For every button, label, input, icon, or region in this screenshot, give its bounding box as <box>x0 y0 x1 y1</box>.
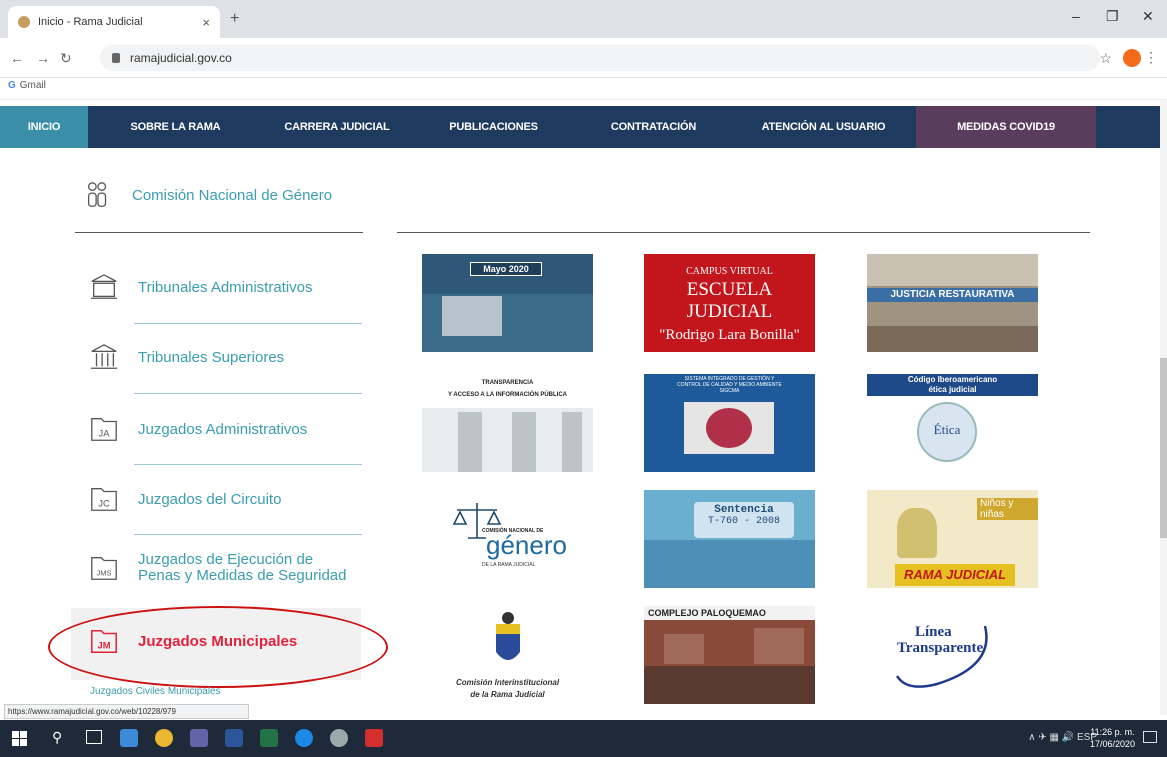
sidebar-item-label: Juzgados Administrativos <box>138 420 308 438</box>
menu-item-inicio[interactable]: INICIO <box>0 106 88 148</box>
notification-icon[interactable] <box>1143 731 1157 743</box>
word-icon[interactable] <box>225 729 243 747</box>
url-text: ramajudicial.gov.co <box>130 51 232 65</box>
card-comision-interinstitucional[interactable]: Comisión Interinstitucional de la Rama J… <box>422 606 593 704</box>
menu-item-atencion-usuario[interactable]: ATENCIÓN AL USUARIO <box>731 106 916 148</box>
task-view-icon[interactable] <box>86 730 102 744</box>
tab-close-icon[interactable]: × <box>202 15 210 30</box>
sidebar-item-label: Comisión Nacional de Género <box>132 186 333 204</box>
clock[interactable]: 11:26 p. m. 17/06/2020 <box>1090 726 1135 750</box>
divider <box>134 323 362 324</box>
card-mayo-2020[interactable]: Mayo 2020 <box>422 254 593 352</box>
back-icon[interactable]: ← <box>10 50 24 66</box>
folder-ja-icon: JA <box>91 418 117 441</box>
minimize-icon[interactable]: – <box>1072 8 1080 24</box>
sidebar-item-comision-genero[interactable]: Comisión Nacional de Género <box>82 180 332 210</box>
windows-start-icon[interactable] <box>12 731 27 746</box>
edge-icon[interactable] <box>295 729 313 747</box>
gender-icon <box>87 182 107 207</box>
menu-kebab-icon[interactable]: ⋮ <box>1144 49 1158 66</box>
menu-item-publicaciones[interactable]: PUBLICACIONES <box>411 106 576 148</box>
divider <box>134 393 362 394</box>
menu-item-carrera-judicial[interactable]: CARRERA JUDICIAL <box>263 106 411 148</box>
submenu-juzgados-civiles[interactable]: Juzgados Civiles Municipales <box>90 686 221 697</box>
sidebar-item-juzgados-administrativos[interactable]: JA Juzgados Administrativos <box>88 414 307 444</box>
svg-text:JA: JA <box>99 429 111 439</box>
divider <box>397 232 1090 233</box>
windows-taskbar: ⚲ ∧ ✈ ▦ 🔊 ESP 11:26 p. m. 17/06/2020 <box>0 720 1167 757</box>
url-bar[interactable]: ramajudicial.gov.co <box>100 45 1100 71</box>
file-explorer-icon[interactable] <box>120 729 138 747</box>
folder-jms-icon: JMS <box>91 557 117 580</box>
menu-item-medidas-covid19[interactable]: MEDIDAS COVID19 <box>916 106 1096 148</box>
teams-icon[interactable] <box>190 729 208 747</box>
card-codigo-iberoamericano[interactable]: Código Iberoamericano ética judicial Éti… <box>867 374 1038 472</box>
bookmark-star-icon[interactable]: ☆ <box>1099 50 1112 67</box>
bookmark-gmail[interactable]: Gmail <box>20 80 46 91</box>
main-menu: INICIO SOBRE LA RAMA CARRERA JUDICIAL PU… <box>0 106 1160 148</box>
sidebar-item-tribunales-administrativos[interactable]: Tribunales Administrativos <box>88 272 313 302</box>
divider <box>134 464 362 465</box>
card-sentencia[interactable]: Sentencia T-760 - 2008 <box>644 490 815 588</box>
coat-of-arms-icon <box>496 612 520 660</box>
lock-icon <box>112 53 120 63</box>
gmail-icon: G <box>8 80 16 91</box>
card-ninos-y-ninas[interactable]: Niños y niñas RAMA JUDICIAL <box>867 490 1038 588</box>
svg-text:JMS: JMS <box>97 569 112 578</box>
sidebar-item-juzgados-circuito[interactable]: JC Juzgados del Circuito <box>88 484 281 514</box>
sidebar-item-label: Tribunales Superiores <box>138 348 285 366</box>
chrome-icon[interactable] <box>155 729 173 747</box>
card-escuela-judicial[interactable]: CAMPUS VIRTUAL ESCUELA JUDICIAL "Rodrigo… <box>644 254 815 352</box>
menu-item-sobre-la-rama[interactable]: SOBRE LA RAMA <box>88 106 263 148</box>
new-tab-button[interactable]: + <box>230 10 239 28</box>
courthouse-icon <box>90 274 118 299</box>
status-bar-url: https://www.ramajudicial.gov.co/web/1022… <box>4 704 249 719</box>
sidebar-item-label: Juzgados del Circuito <box>138 490 282 508</box>
scrollbar-thumb[interactable] <box>1160 358 1167 538</box>
reload-icon[interactable]: ↻ <box>60 50 72 67</box>
sidebar-item-tribunales-superiores[interactable]: Tribunales Superiores <box>88 342 284 372</box>
close-window-icon[interactable]: ✕ <box>1142 8 1154 25</box>
card-complejo-paloquemao[interactable]: COMPLEJO PALOQUEMAO <box>644 606 815 704</box>
browser-tabbar: Inicio - Rama Judicial × + – ❐ ✕ <box>0 0 1167 38</box>
divider <box>134 534 362 535</box>
sidebar-item-juzgados-ejecucion[interactable]: JMS Juzgados de Ejecución de Penas y Med… <box>88 552 346 584</box>
forward-icon[interactable]: → <box>36 50 50 66</box>
acrobat-icon[interactable] <box>365 729 383 747</box>
columns-building-icon <box>90 344 118 369</box>
card-transparencia[interactable]: TRANSPARENCIA Y ACCESO A LA INFORMACIÓN … <box>422 374 593 472</box>
folder-jc-icon: JC <box>91 488 117 511</box>
favicon-icon <box>18 16 30 28</box>
bookmarks-bar: G Gmail <box>0 78 1167 100</box>
card-linea-transparente[interactable]: Línea Transparente <box>867 606 1038 704</box>
sidebar-item-label: Tribunales Administrativos <box>138 278 313 296</box>
paint-icon[interactable] <box>330 729 348 747</box>
page-scrollbar[interactable] <box>1160 100 1167 715</box>
card-sigcma[interactable]: SISTEMA INTEGRADO DE GESTIÓN Y CONTROL D… <box>644 374 815 472</box>
menu-item-contratacion[interactable]: CONTRATACIÓN <box>576 106 731 148</box>
tab-title: Inicio - Rama Judicial <box>38 16 143 28</box>
red-annotation-ellipse <box>48 606 388 688</box>
system-tray[interactable]: ∧ ✈ ▦ 🔊 ESP <box>1028 732 1097 743</box>
sidebar-item-label: Juzgados de Ejecución de Penas y Medidas… <box>138 551 347 584</box>
card-justicia-restaurativa[interactable]: JUSTICIA RESTAURATIVA <box>867 254 1038 352</box>
search-icon[interactable]: ⚲ <box>52 729 62 746</box>
profile-avatar[interactable] <box>1123 49 1141 67</box>
maximize-icon[interactable]: ❐ <box>1106 8 1119 25</box>
card-comision-genero[interactable]: COMISIÓN NACIONAL DE género DE LA RAMA J… <box>422 490 593 588</box>
divider <box>75 232 363 233</box>
svg-text:JC: JC <box>98 499 110 509</box>
browser-tab[interactable]: Inicio - Rama Judicial × <box>8 6 220 38</box>
address-bar-row: ← → ↻ ramajudicial.gov.co ☆ ⋮ <box>0 38 1167 78</box>
excel-icon[interactable] <box>260 729 278 747</box>
